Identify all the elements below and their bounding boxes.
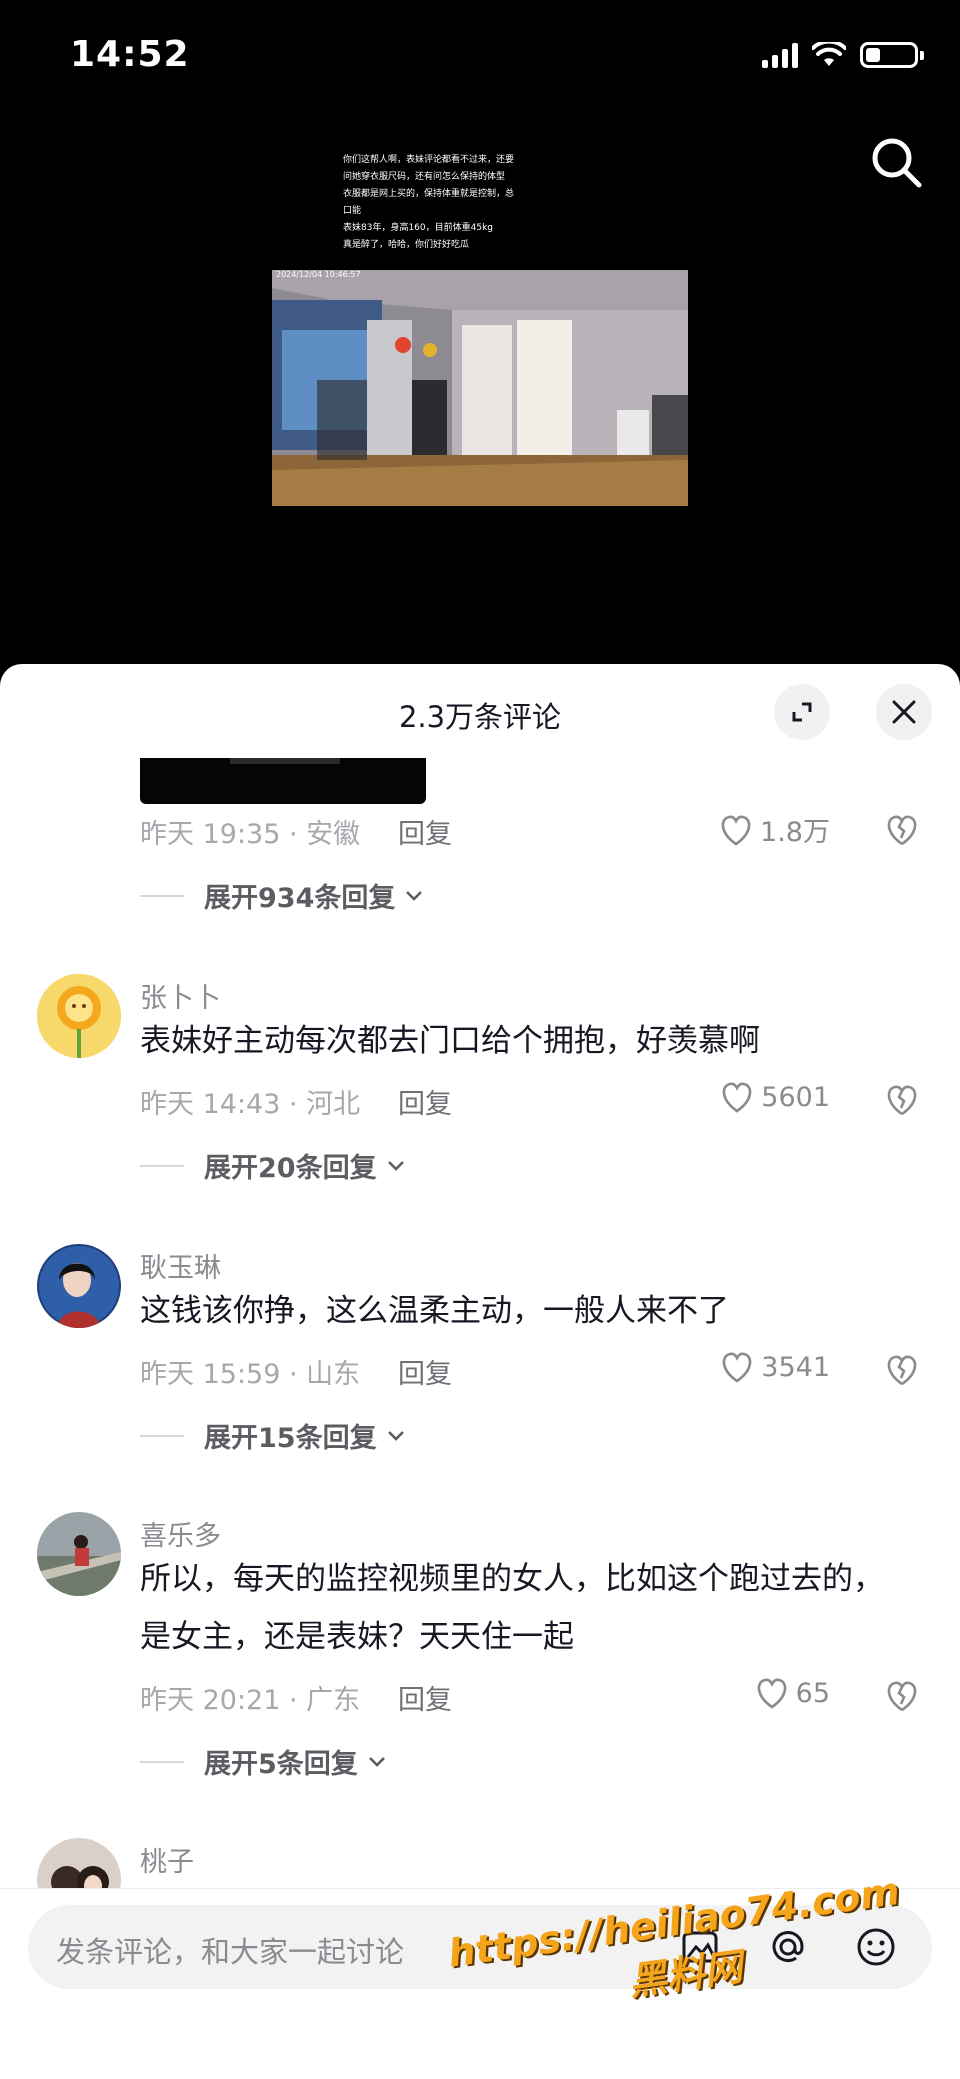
expand-replies-label: 展开934条回复 xyxy=(204,883,396,914)
reply-button[interactable]: 回复 xyxy=(398,1678,452,1717)
status-bar: 14:52 xyxy=(0,0,960,110)
expand-replies[interactable]: 展开20条回复 xyxy=(140,1146,407,1185)
close-sheet-button[interactable] xyxy=(876,684,932,740)
expand-icon xyxy=(792,702,812,722)
video-timestamp: 2024/12/04 10:46:57 xyxy=(276,270,361,279)
comment-meta: 昨天 14:43 · 河北 xyxy=(140,1089,361,1120)
caption-line: 口能 xyxy=(343,206,362,216)
expand-replies[interactable]: 展开15条回复 xyxy=(140,1416,407,1455)
surveillance-room-image xyxy=(272,270,688,506)
comment-username[interactable]: 耿玉琳 xyxy=(140,1246,221,1285)
caption-line: 问她穿衣服尺码，还有问怎么保持的体型 xyxy=(343,172,506,182)
like-button[interactable]: 65 xyxy=(754,1676,830,1710)
expand-sheet-button[interactable] xyxy=(774,684,830,740)
wifi-icon xyxy=(812,42,846,66)
cellular-signal-icon xyxy=(762,42,798,68)
expand-replies-label: 展开15条回复 xyxy=(204,1423,377,1454)
like-count: 65 xyxy=(795,1677,830,1709)
avatar[interactable] xyxy=(37,974,121,1058)
reply-button[interactable]: 回复 xyxy=(398,1082,452,1121)
avatar[interactable] xyxy=(37,1244,121,1328)
heart-icon xyxy=(757,1678,786,1709)
expand-replies[interactable]: 展开5条回复 xyxy=(140,1742,388,1781)
comments-sheet: 2.3万条评论 昨天 19:35 · 安徽 回复 1.8万 展开934条回复 张… xyxy=(0,664,960,2078)
sunflower-avatar-icon xyxy=(37,974,121,1058)
reply-button[interactable]: 回复 xyxy=(398,812,452,851)
video-caption: 你们这帮人啊，表妹评论都看不过来，还要 问她穿衣服尺码，还有问怎么保持的体型 衣… xyxy=(343,152,563,254)
comment-meta: 昨天 19:35 · 安徽 xyxy=(140,819,361,850)
heart-icon xyxy=(723,1082,752,1113)
caption-line: 真是醉了，哈哈，你们好好吃瓜 xyxy=(343,240,470,250)
heart-icon xyxy=(721,815,751,846)
broken-heart-icon[interactable] xyxy=(884,812,920,848)
caption-line: 衣服都是网上买的，保持体重就是控制，总 xyxy=(343,189,515,199)
like-button[interactable]: 3541 xyxy=(719,1350,830,1384)
like-count: 1.8万 xyxy=(760,817,830,848)
like-button[interactable]: 1.8万 xyxy=(718,810,830,849)
like-button[interactable]: 5601 xyxy=(719,1080,830,1114)
comment-text: 表妹好主动每次都去门口给个拥抱，好羡慕啊 xyxy=(140,1023,760,1059)
broken-heart-icon[interactable] xyxy=(884,1082,920,1118)
video-player[interactable]: 2024/12/04 10:46:57 xyxy=(272,270,688,506)
expand-replies-label: 展开5条回复 xyxy=(204,1749,358,1780)
reply-button[interactable]: 回复 xyxy=(398,1352,452,1391)
heart-icon xyxy=(723,1352,752,1383)
comment-meta: 昨天 15:59 · 山东 xyxy=(140,1359,361,1390)
comment-username[interactable]: 张卜卜 xyxy=(140,976,221,1015)
comment-image[interactable] xyxy=(140,758,426,804)
comment-username[interactable]: 喜乐多 xyxy=(140,1514,221,1553)
expand-replies-label: 展开20条回复 xyxy=(204,1153,377,1184)
comment-meta: 昨天 20:21 · 广东 xyxy=(140,1685,361,1716)
comment-text: 这钱该你挣，这么温柔主动，一般人来不了 xyxy=(140,1293,729,1329)
caption-line: 表妹83年，身高160，目前体重45kg xyxy=(343,223,494,233)
portrait-avatar-icon xyxy=(37,1244,121,1328)
comment-input-placeholder: 发条评论，和大家一起讨论 xyxy=(56,1935,405,1969)
search-icon[interactable] xyxy=(868,134,924,190)
like-count: 3541 xyxy=(761,1351,830,1383)
status-time: 14:52 xyxy=(70,34,190,75)
close-icon xyxy=(892,700,916,724)
caption-line: 你们这帮人啊，表妹评论都看不过来，还要 xyxy=(343,155,515,165)
status-icons xyxy=(762,42,924,68)
chevron-down-icon xyxy=(387,1160,404,1171)
comment-text: 所以，每天的监控视频里的女人，比如这个跑过去的，是女主，还是表妹？天天住一起 xyxy=(140,1561,884,1655)
broken-heart-icon[interactable] xyxy=(884,1352,920,1388)
photo-avatar-icon xyxy=(37,1512,121,1596)
avatar[interactable] xyxy=(37,1512,121,1596)
chevron-down-icon xyxy=(406,890,423,901)
like-count: 5601 xyxy=(761,1081,830,1113)
chevron-down-icon xyxy=(387,1430,404,1441)
broken-heart-icon[interactable] xyxy=(884,1678,920,1714)
expand-replies[interactable]: 展开934条回复 xyxy=(140,876,425,915)
comment-username[interactable]: 桃子 xyxy=(140,1840,194,1879)
battery-icon xyxy=(860,42,924,68)
chevron-down-icon xyxy=(368,1756,385,1767)
